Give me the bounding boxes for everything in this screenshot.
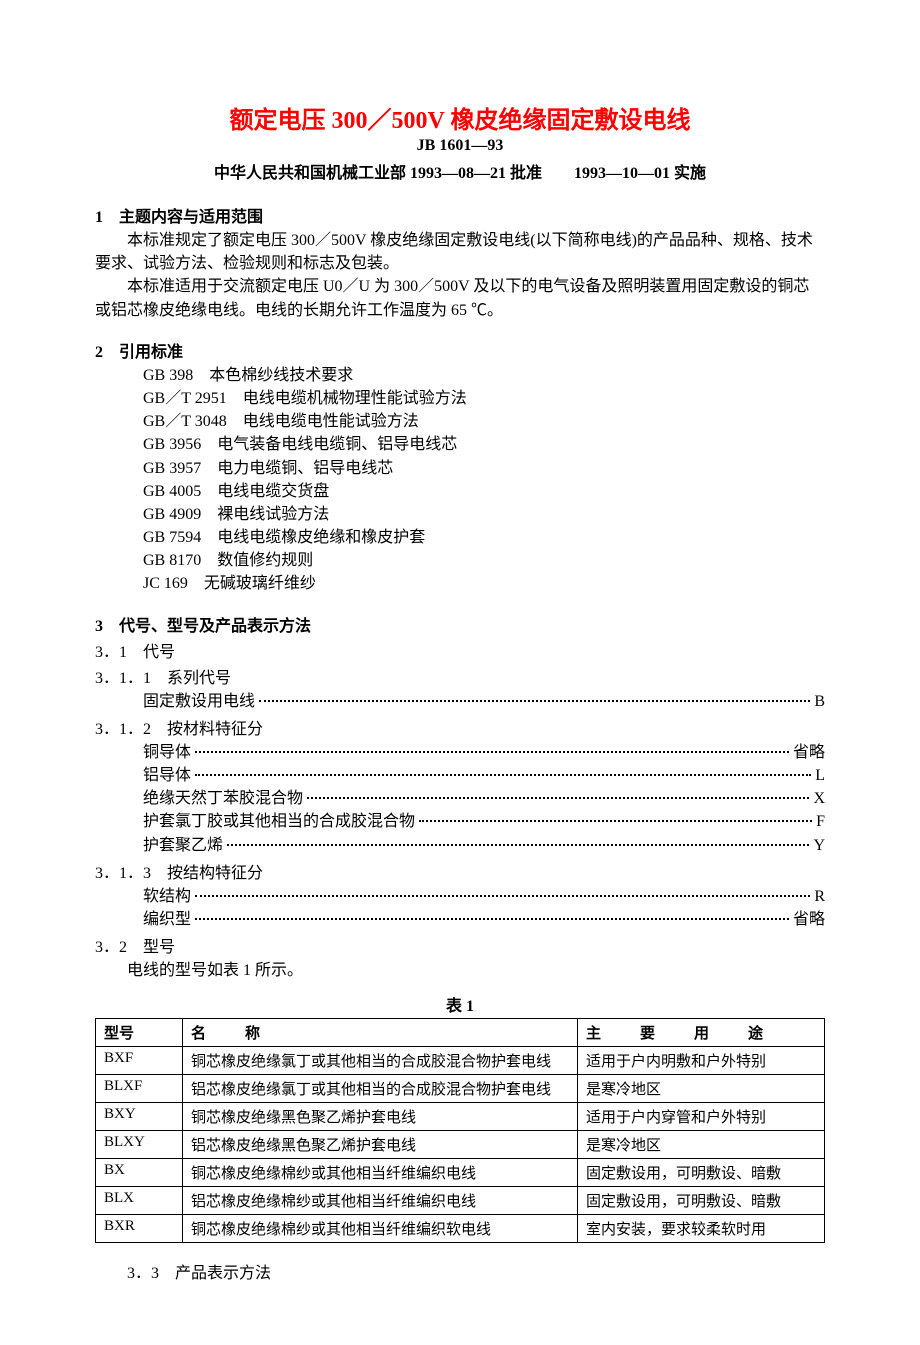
- cell-name: 铜芯橡皮绝缘棉纱或其他相当纤维编织软电线: [183, 1215, 578, 1243]
- code-value: F: [816, 810, 825, 833]
- code-label: 铜导体: [143, 741, 191, 764]
- table-row: BXR 铜芯橡皮绝缘棉纱或其他相当纤维编织软电线 室内安装，要求较柔软时用: [96, 1215, 825, 1243]
- sec2-heading: 2 引用标准: [95, 338, 825, 362]
- cell-name: 铜芯橡皮绝缘氯丁或其他相当的合成胶混合物护套电线: [183, 1047, 578, 1075]
- ref-item: GB 398 本色棉纱线技术要求: [143, 364, 825, 387]
- cell-name: 铝芯橡皮绝缘氯丁或其他相当的合成胶混合物护套电线: [183, 1075, 578, 1103]
- sec3-2-p: 电线的型号如表 1 所示。: [95, 959, 825, 982]
- sec3-3: 3．3 产品表示方法: [95, 1259, 825, 1283]
- code-label: 护套氯丁胶或其他相当的合成胶混合物: [143, 810, 415, 833]
- ref-item: GB 8170 数值修约规则: [143, 549, 825, 572]
- code-label: 护套聚乙烯: [143, 834, 223, 857]
- table-row: BX 铜芯橡皮绝缘棉纱或其他相当纤维编织电线 固定敷设用，可明敷设、暗敷: [96, 1159, 825, 1187]
- cell-model: BXY: [96, 1103, 183, 1131]
- code-value: X: [813, 787, 825, 810]
- cell-name: 铜芯橡皮绝缘黑色聚乙烯护套电线: [183, 1103, 578, 1131]
- sec3-1-3: 3．1．3 按结构特征分: [95, 859, 825, 883]
- cell-model: BXF: [96, 1047, 183, 1075]
- cell-name: 铝芯橡皮绝缘黑色聚乙烯护套电线: [183, 1131, 578, 1159]
- document-page: 额定电压 300／500V 橡皮绝缘固定敷设电线 JB 1601—93 中华人民…: [0, 0, 920, 1345]
- ref-item: JC 169 无碱玻璃纤维纱: [143, 572, 825, 595]
- sec3-2: 3．2 型号: [95, 933, 825, 957]
- ref-item: GB／T 2951 电线电缆机械物理性能试验方法: [143, 387, 825, 410]
- ref-item: GB／T 3048 电线电缆电性能试验方法: [143, 410, 825, 433]
- code-value: R: [814, 885, 825, 908]
- approval-line: 中华人民共和国机械工业部 1993—08—21 批准 1993—10—01 实施: [95, 159, 825, 183]
- doc-title: 额定电压 300／500V 橡皮绝缘固定敷设电线: [95, 100, 825, 135]
- code-value: L: [815, 764, 825, 787]
- code-label: 铝导体: [143, 764, 191, 787]
- table-row: BLXF 铝芯橡皮绝缘氯丁或其他相当的合成胶混合物护套电线 是寒冷地区: [96, 1075, 825, 1103]
- th-model: 型号: [96, 1019, 183, 1047]
- cell-model: BLX: [96, 1187, 183, 1215]
- code-row: 固定敷设用电线 B: [95, 690, 825, 713]
- code-row: 护套氯丁胶或其他相当的合成胶混合物 F: [95, 810, 825, 833]
- sec1-p2: 本标准适用于交流额定电压 U0／U 为 300／500V 及以下的电气设备及照明…: [95, 275, 825, 321]
- code-value: 省略: [793, 908, 825, 931]
- cell-use: 固定敷设用，可明敷设、暗敷: [578, 1159, 825, 1187]
- code-row: 软结构 R: [95, 885, 825, 908]
- cell-model: BLXF: [96, 1075, 183, 1103]
- cell-use: 是寒冷地区: [578, 1075, 825, 1103]
- th-name: 名 称: [183, 1019, 578, 1047]
- table-1: 型号 名 称 主 要 用 途 BXF 铜芯橡皮绝缘氯丁或其他相当的合成胶混合物护…: [95, 1018, 825, 1243]
- cell-use: 室内安装，要求较柔软时用: [578, 1215, 825, 1243]
- sec3-heading: 3 代号、型号及产品表示方法: [95, 612, 825, 636]
- code-row: 编织型 省略: [95, 908, 825, 931]
- leader-dots: [419, 820, 812, 822]
- code-value: 省略: [793, 741, 825, 764]
- table-row: BLXY 铝芯橡皮绝缘黑色聚乙烯护套电线 是寒冷地区: [96, 1131, 825, 1159]
- table-row: BXF 铜芯橡皮绝缘氯丁或其他相当的合成胶混合物护套电线 适用于户内明敷和户外特…: [96, 1047, 825, 1075]
- ref-item: GB 7594 电线电缆橡皮绝缘和橡皮护套: [143, 526, 825, 549]
- cell-name: 铝芯橡皮绝缘棉纱或其他相当纤维编织电线: [183, 1187, 578, 1215]
- leader-dots: [259, 700, 810, 702]
- cell-use: 适用于户内明敷和户外特别: [578, 1047, 825, 1075]
- sec1-heading: 1 主题内容与适用范围: [95, 203, 825, 227]
- sec3-1-1: 3．1．1 系列代号: [95, 664, 825, 688]
- code-row: 护套聚乙烯 Y: [95, 834, 825, 857]
- code-value: Y: [813, 834, 825, 857]
- sec3-1: 3．1 代号: [95, 638, 825, 662]
- sec1-p1: 本标准规定了额定电压 300／500V 橡皮绝缘固定敷设电线(以下简称电线)的产…: [95, 229, 825, 275]
- leader-dots: [195, 774, 811, 776]
- table-row: BLX 铝芯橡皮绝缘棉纱或其他相当纤维编织电线 固定敷设用，可明敷设、暗敷: [96, 1187, 825, 1215]
- cell-use: 固定敷设用，可明敷设、暗敷: [578, 1187, 825, 1215]
- sec3-1-2: 3．1．2 按材料特征分: [95, 715, 825, 739]
- cell-name: 铜芯橡皮绝缘棉纱或其他相当纤维编织电线: [183, 1159, 578, 1187]
- table1-caption: 表 1: [95, 992, 825, 1016]
- cell-use: 是寒冷地区: [578, 1131, 825, 1159]
- cell-model: BLXY: [96, 1131, 183, 1159]
- ref-item: GB 4909 裸电线试验方法: [143, 503, 825, 526]
- th-use: 主 要 用 途: [578, 1019, 825, 1047]
- code-row: 绝缘天然丁苯胶混合物 X: [95, 787, 825, 810]
- leader-dots: [307, 797, 809, 799]
- ref-item: GB 3956 电气装备电线电缆铜、铝导电线芯: [143, 433, 825, 456]
- cell-model: BX: [96, 1159, 183, 1187]
- cell-use: 适用于户内穿管和户外特别: [578, 1103, 825, 1131]
- leader-dots: [195, 751, 789, 753]
- leader-dots: [195, 918, 789, 920]
- code-label: 软结构: [143, 885, 191, 908]
- table-header-row: 型号 名 称 主 要 用 途: [96, 1019, 825, 1047]
- code-label: 绝缘天然丁苯胶混合物: [143, 787, 303, 810]
- code-label: 固定敷设用电线: [143, 690, 255, 713]
- ref-item: GB 3957 电力电缆铜、铝导电线芯: [143, 457, 825, 480]
- code-row: 铜导体 省略: [95, 741, 825, 764]
- code-row: 铝导体 L: [95, 764, 825, 787]
- leader-dots: [195, 895, 810, 897]
- leader-dots: [227, 844, 809, 846]
- reference-list: GB 398 本色棉纱线技术要求 GB／T 2951 电线电缆机械物理性能试验方…: [95, 364, 825, 596]
- code-value: B: [814, 690, 825, 713]
- cell-model: BXR: [96, 1215, 183, 1243]
- standard-number: JB 1601—93: [95, 137, 825, 155]
- ref-item: GB 4005 电线电缆交货盘: [143, 480, 825, 503]
- code-label: 编织型: [143, 908, 191, 931]
- table-row: BXY 铜芯橡皮绝缘黑色聚乙烯护套电线 适用于户内穿管和户外特别: [96, 1103, 825, 1131]
